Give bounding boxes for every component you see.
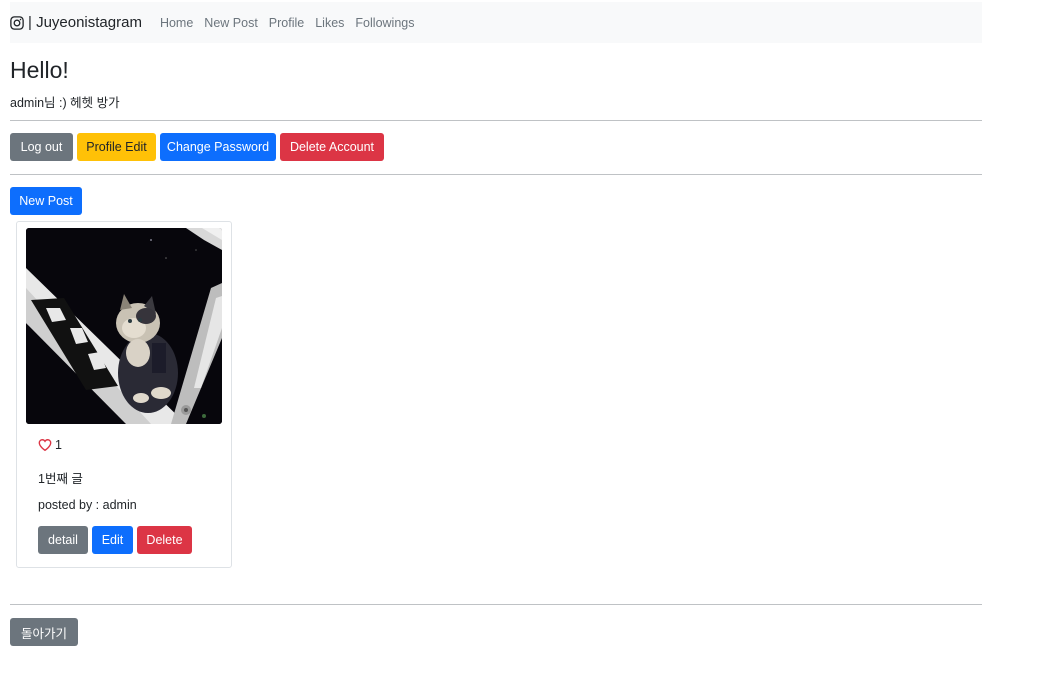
like-count: 1 xyxy=(55,438,62,452)
page: | Juyeonistagram Home New Post Profile L… xyxy=(0,0,1042,682)
divider xyxy=(10,174,982,175)
post-author: admin xyxy=(102,498,137,512)
page-title: Hello! xyxy=(10,57,69,83)
like-row: 1 xyxy=(38,438,62,452)
post-card: 1 1번째 글 posted by : admin detail Edit De… xyxy=(16,221,232,568)
divider xyxy=(10,604,982,605)
nav-links: Home New Post Profile Likes Followings xyxy=(160,16,426,30)
logout-button[interactable]: Log out xyxy=(10,133,73,161)
heart-icon[interactable] xyxy=(38,438,52,452)
profile-edit-button[interactable]: Profile Edit xyxy=(77,133,156,161)
divider xyxy=(10,120,982,121)
posted-by: posted by : admin xyxy=(38,498,137,512)
nav-link-likes[interactable]: Likes xyxy=(315,16,344,30)
delete-button[interactable]: Delete xyxy=(137,526,192,554)
edit-button[interactable]: Edit xyxy=(92,526,133,554)
nav-link-profile[interactable]: Profile xyxy=(269,16,304,30)
nav-link-home[interactable]: Home xyxy=(160,16,193,30)
post-image[interactable] xyxy=(26,228,222,424)
navbar: | Juyeonistagram Home New Post Profile L… xyxy=(10,2,982,43)
welcome-text: admin님 :) 헤헷 방가 xyxy=(10,96,120,110)
new-post-button[interactable]: New Post xyxy=(10,187,82,215)
brand-link[interactable]: | Juyeonistagram xyxy=(10,14,142,31)
change-password-button[interactable]: Change Password xyxy=(160,133,276,161)
back-button[interactable]: 돌아가기 xyxy=(10,618,78,646)
detail-button[interactable]: detail xyxy=(38,526,88,554)
post-title: 1번째 글 xyxy=(38,472,83,486)
delete-account-button[interactable]: Delete Account xyxy=(280,133,384,161)
instagram-icon xyxy=(10,15,24,30)
brand-name: | Juyeonistagram xyxy=(28,14,142,31)
kitten-photo xyxy=(26,228,222,424)
nav-link-followings[interactable]: Followings xyxy=(355,16,414,30)
nav-link-new-post[interactable]: New Post xyxy=(204,16,258,30)
posted-by-label: posted by : xyxy=(38,498,103,512)
